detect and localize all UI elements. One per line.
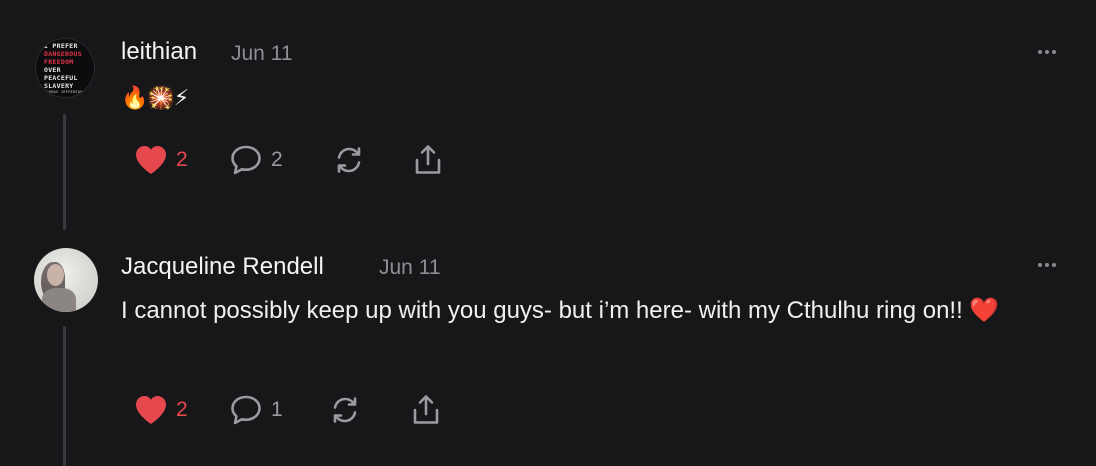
avatar-photo xyxy=(47,264,64,286)
share-icon xyxy=(413,395,439,424)
avatar[interactable]: I PREFER DANGEROUS FREEDOM OVER PEACEFUL… xyxy=(35,38,95,98)
comment-date[interactable]: Jun 11 xyxy=(379,256,441,280)
avatar-text: THOMAS JEFFERSON xyxy=(44,89,83,94)
reply-button[interactable]: 1 xyxy=(229,390,283,430)
comment-actions: 2 1 xyxy=(0,390,1096,430)
comment-bubble-icon xyxy=(231,145,261,175)
heart-icon xyxy=(136,396,166,424)
restack-button[interactable] xyxy=(333,140,365,180)
restack-icon xyxy=(333,397,357,423)
comment-date[interactable]: Jun 11 xyxy=(231,42,293,66)
restack-icon xyxy=(337,147,361,173)
comment: I PREFER DANGEROUS FREEDOM OVER PEACEFUL… xyxy=(0,0,1096,240)
comment-bubble-icon xyxy=(231,395,261,425)
more-dots-icon xyxy=(1045,50,1049,54)
more-dots-icon xyxy=(1038,50,1042,54)
reply-button[interactable]: 2 xyxy=(229,140,283,180)
comment-body: I cannot possibly keep up with you guys-… xyxy=(121,297,1000,324)
avatar-text: OVER xyxy=(44,65,61,74)
more-dots-icon xyxy=(1038,263,1042,267)
like-button[interactable]: 2 xyxy=(134,390,188,430)
more-dots-icon xyxy=(1052,263,1056,267)
like-button[interactable]: 2 xyxy=(134,140,188,180)
avatar[interactable] xyxy=(34,248,98,312)
comment-body: 🔥🎇⚡ xyxy=(121,85,189,110)
avatar-text: PEACEFUL xyxy=(44,73,78,82)
share-icon xyxy=(415,145,441,174)
avatar-text: FREEDOM xyxy=(44,57,74,66)
avatar-photo xyxy=(42,288,76,312)
comment: Jacqueline Rendell Jun 11 I cannot possi… xyxy=(0,240,1096,466)
restack-button[interactable] xyxy=(329,390,361,430)
reply-count: 2 xyxy=(271,148,283,171)
avatar-text: DANGEROUS xyxy=(44,49,82,58)
more-dots-icon xyxy=(1045,263,1049,267)
more-options-button[interactable] xyxy=(1033,42,1061,62)
more-dots-icon xyxy=(1052,50,1056,54)
share-button[interactable] xyxy=(410,390,442,430)
reply-count: 1 xyxy=(271,398,283,421)
avatar-text: SLAVERY xyxy=(44,81,74,90)
comment-actions: 2 2 xyxy=(0,140,1096,180)
comment-username[interactable]: Jacqueline Rendell xyxy=(121,253,324,281)
heart-icon xyxy=(136,146,166,174)
share-button[interactable] xyxy=(412,140,444,180)
more-options-button[interactable] xyxy=(1033,255,1061,275)
avatar-text: I PREFER xyxy=(44,41,78,50)
comment-username[interactable]: leithian xyxy=(121,38,197,66)
like-count: 2 xyxy=(176,398,188,421)
like-count: 2 xyxy=(176,148,188,171)
